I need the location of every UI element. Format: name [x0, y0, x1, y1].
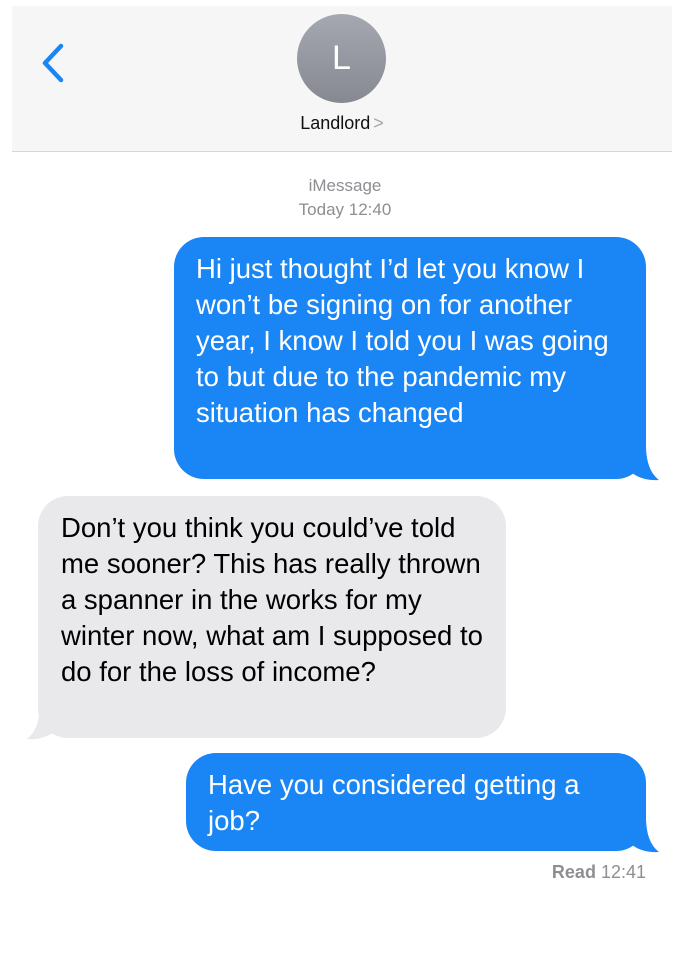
message-text: Don’t you think you could’ve told me soo… — [61, 512, 483, 687]
thread-timestamp: Today 12:40 — [298, 200, 392, 219]
contact-avatar[interactable]: L — [297, 14, 386, 103]
service-label: iMessage — [308, 176, 382, 195]
avatar-initial: L — [332, 39, 351, 77]
message-text: Have you considered getting a job? — [208, 769, 580, 836]
conversation-header: L Landlord > — [12, 6, 672, 152]
back-button[interactable] — [36, 40, 76, 86]
bubble-tail-sent — [626, 817, 659, 853]
message-text: Hi just thought I’d let you know I won’t… — [196, 253, 609, 428]
message-bubble-sent[interactable]: Have you considered getting a job? — [186, 753, 646, 851]
chevron-left-icon — [42, 43, 64, 83]
bubble-tail-received — [27, 704, 60, 740]
chevron-right-icon: > — [373, 113, 384, 133]
message-bubble-received[interactable]: Don’t you think you could’ve told me soo… — [38, 496, 506, 738]
read-time: 12:41 — [600, 862, 646, 882]
read-status: Read — [551, 862, 596, 882]
contact-name-link[interactable]: Landlord > — [12, 113, 672, 134]
message-bubble-sent[interactable]: Hi just thought I’d let you know I won’t… — [174, 237, 646, 479]
bubble-tail-sent — [626, 445, 659, 481]
read-receipt: Read 12:41 — [552, 862, 646, 883]
contact-name: Landlord — [300, 113, 371, 133]
